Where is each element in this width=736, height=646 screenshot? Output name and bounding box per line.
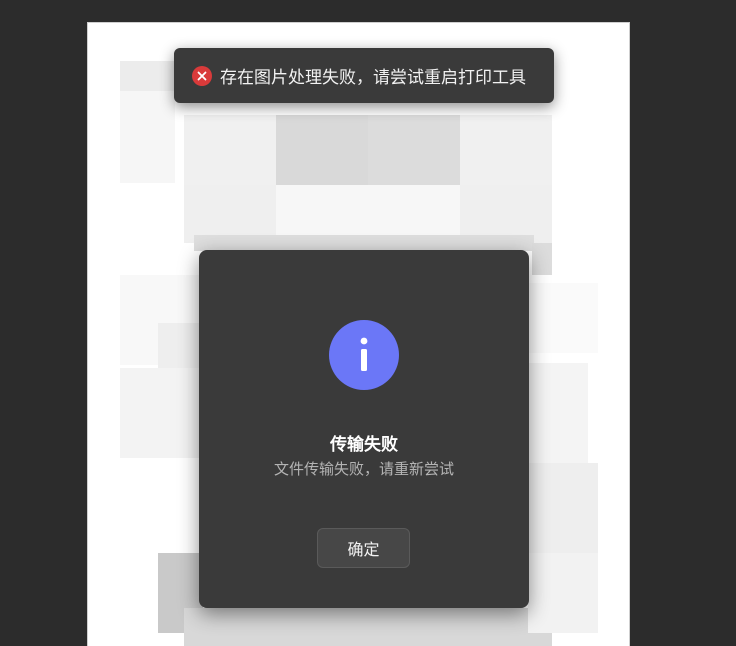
blurred-content [528, 463, 598, 553]
blurred-content [184, 608, 552, 646]
dialog-title: 传输失败 [330, 435, 398, 455]
blurred-content [184, 115, 276, 185]
dialog-message: 文件传输失败，请重新尝试 [273, 460, 454, 478]
blurred-content [194, 235, 534, 251]
blurred-content [528, 363, 588, 463]
toast-message: 存在图片处理失败，请尝试重启打印工具 [220, 68, 526, 88]
blurred-content [528, 283, 598, 353]
blurred-content [528, 553, 598, 633]
blurred-content [368, 115, 460, 185]
blurred-content [120, 368, 200, 458]
blurred-content [460, 115, 552, 185]
info-icon [329, 320, 399, 390]
app-window: 存在图片处理失败，请尝试重启打印工具 传输失败 文件传输失败，请重新尝试 确定 [0, 0, 736, 646]
error-toast: 存在图片处理失败，请尝试重启打印工具 [174, 48, 554, 103]
error-circle-icon [192, 65, 212, 86]
blurred-content [532, 243, 552, 275]
confirm-button[interactable]: 确定 [317, 528, 410, 568]
blurred-content [120, 91, 175, 183]
transfer-failed-dialog: 传输失败 文件传输失败，请重新尝试 确定 [199, 250, 529, 608]
blurred-content [120, 61, 175, 91]
blurred-content [276, 115, 368, 185]
